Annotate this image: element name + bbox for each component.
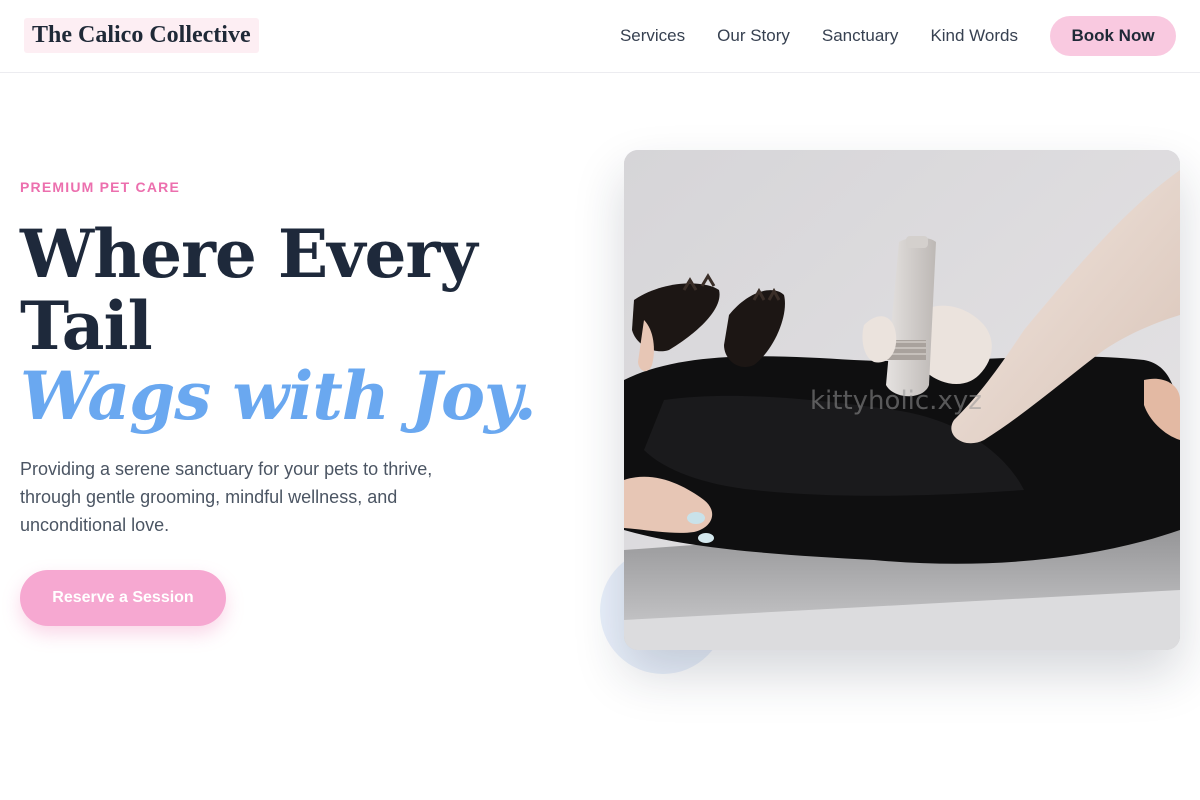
hero-headline-accent: Wags with Joy. xyxy=(20,357,537,435)
book-now-button[interactable]: Book Now xyxy=(1050,16,1176,56)
image-watermark: kittyholic.xyz xyxy=(810,386,982,416)
hero-headline-line2: Tail xyxy=(20,287,153,365)
main-nav: Services Our Story Sanctuary Kind Words … xyxy=(620,0,1176,72)
reserve-session-button[interactable]: Reserve a Session xyxy=(20,570,226,626)
nav-link-sanctuary[interactable]: Sanctuary xyxy=(822,26,899,46)
hero-headline-line1: Where Every xyxy=(20,215,478,293)
nav-link-kind-words[interactable]: Kind Words xyxy=(930,26,1018,46)
nav-link-our-story[interactable]: Our Story xyxy=(717,26,790,46)
hero-image: kittyholic.xyz xyxy=(624,150,1180,650)
hero-headline: Where Every Tail xyxy=(20,218,580,362)
hero-eyebrow: PREMIUM PET CARE xyxy=(20,179,180,195)
hero-description: Providing a serene sanctuary for your pe… xyxy=(20,459,433,535)
brand-logo[interactable]: The Calico Collective xyxy=(24,18,259,53)
nav-link-services[interactable]: Services xyxy=(620,26,685,46)
site-header: The Calico Collective Services Our Story… xyxy=(0,0,1200,73)
